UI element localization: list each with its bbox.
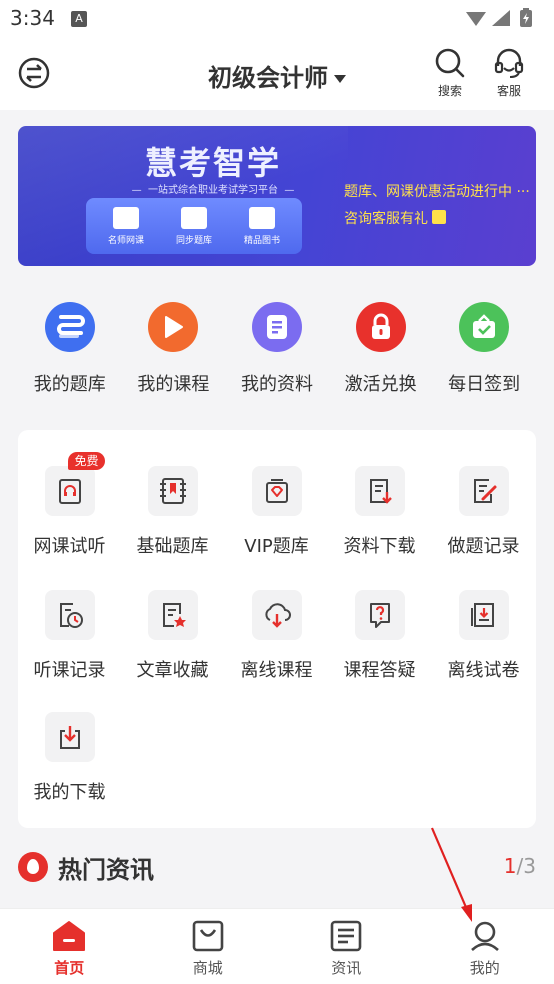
tool-label: 课程答疑 [343,660,416,681]
service-label: 客服 [496,84,521,98]
tools-grid: 免费 网课试听 基础题库 VIP题库 资料下载 做题记录 听课记录 文章收藏 离… [18,430,536,828]
tool-material-download[interactable]: 资料下载 [328,466,431,558]
caret-down-icon [334,75,346,83]
quick-daily-checkin[interactable]: 每日签到 [432,298,536,398]
tool-label: 离线试卷 [447,660,520,681]
book-icon [147,466,198,516]
headset-icon [494,48,524,78]
search-icon [435,48,465,78]
play-icon [148,302,199,352]
quick-label: 激活兑换 [344,374,417,395]
book-icon [249,206,275,229]
search-button[interactable]: 搜索 [428,46,472,99]
tool-label: 基础题库 [136,536,209,557]
pager-total: /3 [516,854,536,878]
tab-label: 资讯 [331,959,362,977]
tool-course-qa[interactable]: 课程答疑 [328,590,431,682]
news-pager: 1/3 [504,854,536,878]
banner-feature: 精品图书 [232,206,292,246]
banner-brand: 慧考智学 [144,144,281,182]
status-time: 3:34 [10,6,55,30]
banner-promo-line2: 咨询客服有礼 [344,208,446,228]
exam-title: 初级会计师 [208,64,328,92]
question-bank-icon [44,302,95,352]
tool-basic-question-bank[interactable]: 基础题库 [121,466,224,558]
free-badge: 免费 [68,452,105,470]
star-article-icon [147,590,198,640]
tool-offline-papers[interactable]: 离线试卷 [432,590,535,682]
tool-course-trial[interactable]: 免费 网课试听 [18,452,121,558]
news-title: 热门资讯 [58,856,154,884]
question-bubble-icon [354,590,405,640]
news-icon [330,920,362,952]
tool-label: 文章收藏 [136,660,209,681]
tool-practice-record[interactable]: 做题记录 [432,466,535,558]
file-download-icon [354,466,405,516]
quick-label: 我的课程 [137,374,210,395]
headphone-icon: 免费 [44,452,105,516]
tool-label: VIP题库 [244,536,309,557]
tab-label: 首页 [54,959,85,977]
quick-actions: 我的题库 我的课程 我的资料 激活兑换 每日签到 [18,298,536,398]
quick-label: 我的题库 [33,374,106,395]
download-icon [44,712,95,762]
flame-icon [18,852,48,882]
quick-my-materials[interactable]: 我的资料 [225,298,329,398]
lock-icon [355,302,406,352]
tab-mine[interactable]: 我的 [416,909,554,984]
gift-icon [432,210,446,224]
tab-news[interactable]: 资讯 [277,909,416,984]
tab-home[interactable]: 首页 [0,909,139,984]
customer-service-button[interactable]: 客服 [487,46,531,99]
top-bar: 初级会计师 搜索 客服 [0,36,554,110]
bottom-tab-bar: 首页 商城 资讯 我的 [0,908,554,984]
quick-activate-redeem[interactable]: 激活兑换 [329,298,433,398]
clock-record-icon [44,590,95,640]
banner-feature-panel: 名师网课 同步题库 精品图书 [86,198,302,254]
pager-current: 1 [503,854,517,878]
tab-label: 商城 [192,959,223,977]
tool-label: 网课试听 [33,536,106,557]
banner-promo-line1: 题库、网课优惠活动进行中 ··· [344,184,530,200]
tool-label: 我的下载 [33,782,106,803]
tool-listening-record[interactable]: 听课记录 [18,590,121,682]
document-icon [251,302,302,352]
quick-my-courses[interactable]: 我的课程 [122,298,226,398]
tool-label: 做题记录 [447,536,520,557]
tool-offline-courses[interactable]: 离线课程 [225,590,328,682]
home-icon [53,921,86,951]
tab-label: 我的 [469,959,500,977]
banner-feature: 同步题库 [164,206,224,246]
tool-article-favorites[interactable]: 文章收藏 [121,590,224,682]
quick-label: 每日签到 [448,374,521,395]
tool-my-downloads[interactable]: 我的下载 [18,712,121,804]
hot-news-header: 热门资讯 1/3 [18,846,536,890]
search-label: 搜索 [437,84,462,98]
tool-label: 资料下载 [343,536,416,557]
system-status-icons [466,8,532,27]
quick-my-question-bank[interactable]: 我的题库 [18,298,122,398]
tab-shop[interactable]: 商城 [139,909,278,984]
video-icon [113,206,139,229]
cloud-download-icon [251,590,302,640]
tool-label: 听课记录 [33,660,106,681]
edit-record-icon [458,466,509,516]
tool-vip-question-bank[interactable]: VIP题库 [225,466,328,558]
exercise-icon [181,206,207,229]
shop-bag-icon [192,920,224,952]
promo-banner[interactable]: 慧考智学 — 一站式综合职业考试学习平台 — 名师网课 同步题库 精品图书 题库… [18,126,536,266]
status-bar: 3:34 A [0,0,554,36]
vip-book-icon [251,466,302,516]
user-icon [470,921,499,951]
gift-box-icon [459,302,510,352]
notification-icon: A [71,11,87,27]
paper-download-icon [458,590,509,640]
quick-label: 我的资料 [240,374,313,395]
banner-feature: 名师网课 [96,206,156,246]
tool-label: 离线课程 [240,660,313,681]
